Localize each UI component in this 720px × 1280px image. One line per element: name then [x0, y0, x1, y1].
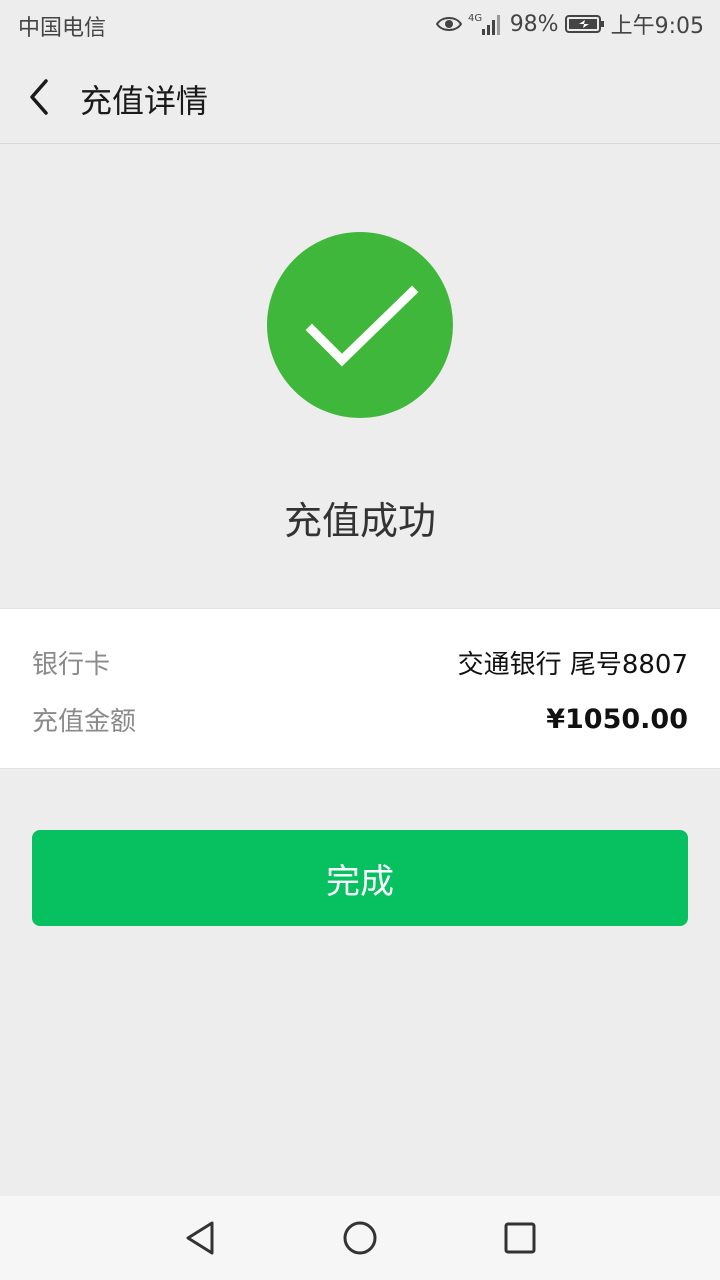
detail-row-bank-card: 银行卡 交通银行 尾号8807	[32, 642, 688, 682]
nav-home-icon[interactable]	[340, 1218, 380, 1258]
nav-back-icon[interactable]	[180, 1218, 220, 1258]
back-arrow-icon[interactable]	[24, 78, 54, 116]
system-navigation-bar	[0, 1196, 720, 1280]
amount-label: 充值金额	[32, 706, 137, 737]
status-bar: 中国电信 4G 98% 上午9:05	[0, 0, 720, 50]
amount-value: ¥1050.00	[546, 703, 688, 735]
eye-icon	[435, 15, 462, 33]
bank-card-value: 交通银行 尾号8807	[457, 649, 688, 680]
detail-row-amount: 充值金额 ¥1050.00	[32, 699, 688, 739]
recharge-details-card: 银行卡 交通银行 尾号8807 充值金额 ¥1050.00	[0, 608, 720, 769]
bank-card-label: 银行卡	[32, 649, 111, 680]
done-button[interactable]: 完成	[32, 830, 688, 926]
carrier-name: 中国电信	[18, 16, 107, 41]
success-check-icon	[267, 232, 453, 418]
battery-icon	[564, 14, 605, 34]
svg-text:4G: 4G	[468, 13, 482, 24]
page-title: 充值详情	[80, 82, 209, 120]
success-message: 充值成功	[283, 499, 436, 543]
clock: 上午9:05	[610, 14, 704, 39]
status-indicators: 4G 98% 上午9:05	[435, 8, 704, 40]
battery-percent: 98%	[509, 11, 559, 37]
top-navigation: 充值详情	[0, 50, 720, 144]
signal-icon: 4G	[468, 11, 504, 37]
nav-recent-apps-icon[interactable]	[500, 1218, 540, 1258]
